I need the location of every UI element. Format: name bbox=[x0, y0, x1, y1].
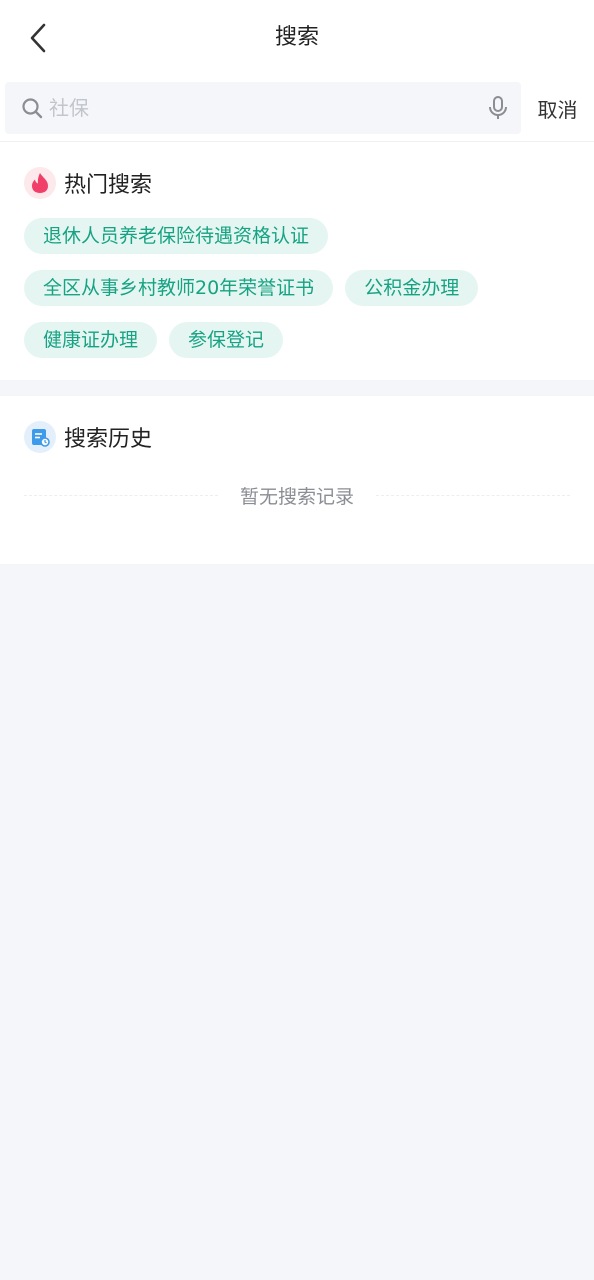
history-empty-state: 暂无搜索记录 bbox=[24, 482, 571, 509]
hot-search-tag[interactable]: 健康证办理 bbox=[24, 322, 158, 358]
search-input[interactable] bbox=[49, 96, 485, 120]
top-bar: 搜索 bbox=[0, 0, 594, 76]
divider bbox=[24, 495, 218, 496]
search-history-title: 搜索历史 bbox=[64, 427, 153, 452]
microphone-icon[interactable] bbox=[485, 95, 511, 121]
empty-history-text: 暂无搜索记录 bbox=[240, 486, 355, 508]
search-icon bbox=[21, 97, 43, 119]
hot-search-tags: 退休人员养老保险待遇资格认证 全区从事乡村教师20年荣誉证书 公积金办理 健康证… bbox=[24, 218, 570, 374]
document-clock-icon bbox=[24, 421, 56, 453]
hot-search-title: 热门搜索 bbox=[64, 173, 153, 198]
search-bar: 取消 bbox=[0, 76, 594, 142]
hot-search-section: 热门搜索 退休人员养老保险待遇资格认证 全区从事乡村教师20年荣誉证书 公积金办… bbox=[0, 142, 594, 380]
hot-search-tag[interactable]: 退休人员养老保险待遇资格认证 bbox=[24, 218, 329, 254]
flame-icon bbox=[24, 167, 56, 199]
cancel-button[interactable]: 取消 bbox=[521, 82, 594, 134]
hot-search-header: 热门搜索 bbox=[24, 166, 570, 200]
hot-search-tag[interactable]: 全区从事乡村教师20年荣誉证书 bbox=[24, 270, 334, 306]
hot-search-tag[interactable]: 公积金办理 bbox=[345, 270, 479, 306]
page-title: 搜索 bbox=[274, 25, 319, 50]
search-box[interactable] bbox=[5, 82, 521, 134]
hot-search-tag[interactable]: 参保登记 bbox=[169, 322, 284, 358]
search-history-section: 搜索历史 暂无搜索记录 bbox=[0, 396, 594, 564]
search-history-header: 搜索历史 bbox=[24, 420, 570, 454]
divider bbox=[376, 495, 571, 496]
